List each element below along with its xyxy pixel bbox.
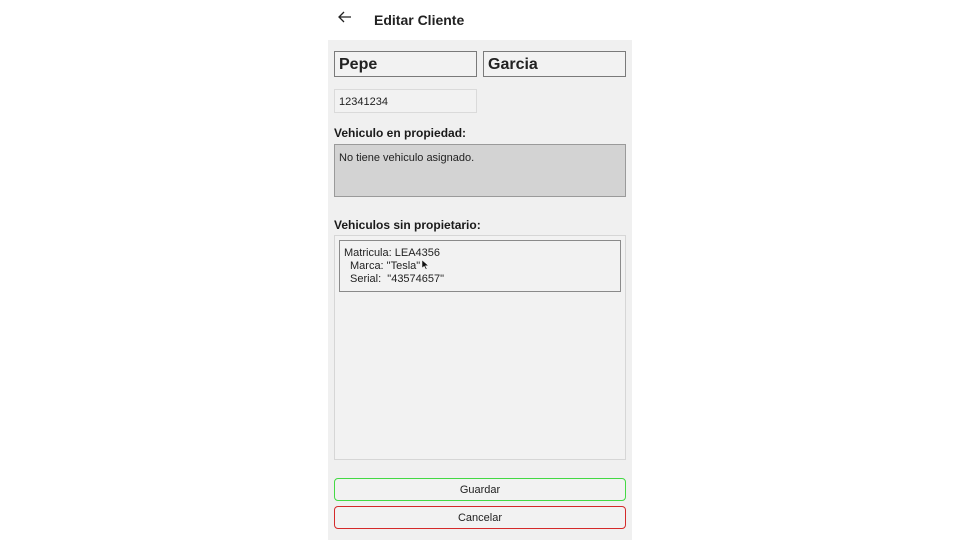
form-content: Pepe Garcia 12341234 Vehiculo en propied… [328, 40, 632, 540]
save-button-label: Guardar [459, 483, 501, 496]
vehicle-plate: Matricula: LEA4356 [344, 247, 440, 259]
back-button[interactable] [334, 8, 356, 30]
vehicle-list-item[interactable]: Matricula: LEA4356 Marca: "Tesla" Serial… [339, 240, 621, 292]
cancel-button[interactable]: Cancelar [334, 506, 626, 529]
id-number-field[interactable]: 12341234 [334, 89, 477, 113]
owned-vehicle-box: No tiene vehiculo asignado. [334, 144, 626, 197]
cancel-button-label: Cancelar [457, 511, 503, 524]
last-name-field[interactable]: Garcia [483, 51, 626, 77]
save-button[interactable]: Guardar [334, 478, 626, 501]
free-vehicles-label: Vehiculos sin propietario: [334, 218, 481, 232]
free-vehicles-list[interactable]: Matricula: LEA4356 Marca: "Tesla" Serial… [334, 235, 626, 460]
vehicle-brand: Marca: "Tesla" [350, 260, 421, 272]
first-name-field[interactable]: Pepe [334, 51, 477, 77]
owned-vehicle-empty-text: No tiene vehiculo asignado. [339, 152, 475, 164]
page-title: Editar Cliente [374, 12, 465, 28]
mouse-cursor-icon [421, 259, 430, 270]
arrow-left-icon [338, 10, 352, 28]
vehicle-serial: Serial: "43574657" [350, 273, 445, 285]
vehicle-brand-row: Marca: "Tesla" [344, 259, 620, 273]
edit-client-screen: Editar Cliente Pepe Garcia 12341234 Vehi… [328, 0, 632, 540]
app-header: Editar Cliente [328, 0, 632, 40]
owned-vehicle-label: Vehiculo en propiedad: [334, 126, 467, 140]
